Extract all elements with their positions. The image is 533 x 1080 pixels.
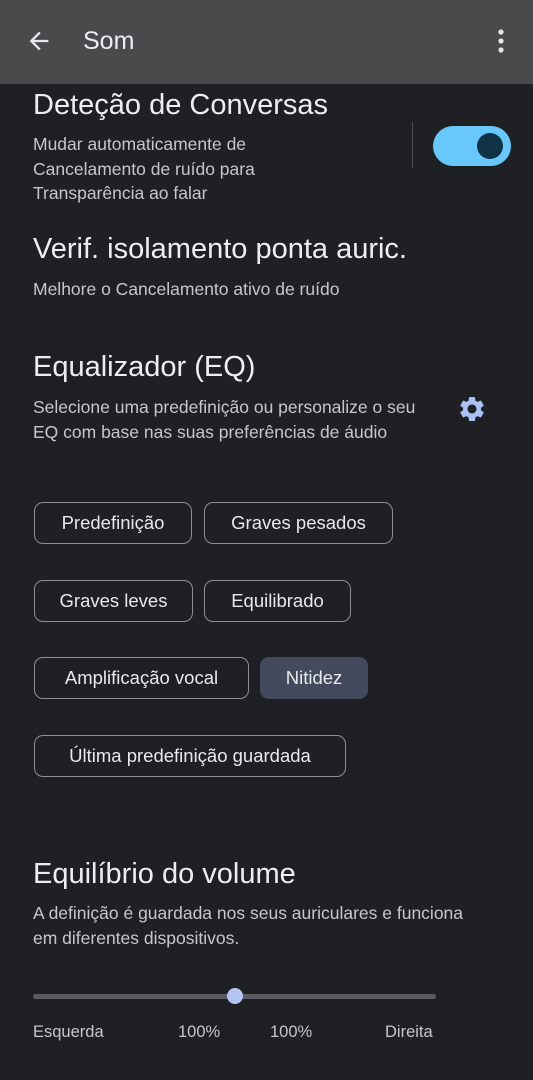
app-bar: Som	[0, 0, 533, 84]
eq-preset-graves-pesados[interactable]: Graves pesados	[204, 502, 393, 544]
conversation-detection-description: Mudar automaticamente de Cancelamento de…	[33, 134, 255, 203]
arrow-back-icon	[29, 31, 49, 51]
equalizer-settings-button[interactable]	[455, 392, 489, 426]
volume-balance-description: A definição é guardada nos seus auricula…	[33, 903, 464, 948]
toggle-divider	[412, 122, 413, 168]
toggle-knob	[477, 133, 503, 159]
more-vert-icon	[498, 29, 504, 53]
back-button[interactable]	[22, 24, 56, 58]
conversation-detection-title: Deteção de Conversas	[33, 89, 328, 121]
volume-balance-slider-thumb[interactable]	[227, 988, 243, 1004]
eartip-check-title[interactable]: Verif. isolamento ponta auric.	[33, 233, 407, 266]
eq-preset-nitidez[interactable]: Nitidez	[260, 657, 368, 699]
eartip-check-description: Melhore o Cancelamento ativo de ruído	[33, 279, 340, 299]
balance-left-value: 100%	[178, 1023, 221, 1041]
eq-preset-predefinicao[interactable]: Predefinição	[34, 502, 192, 544]
balance-right-label: Direita	[385, 1023, 433, 1041]
volume-balance-title: Equilíbrio do volume	[33, 858, 296, 890]
eq-preset-amplificacao-vocal[interactable]: Amplificação vocal	[34, 657, 249, 699]
conversation-detection-toggle[interactable]	[433, 126, 511, 166]
equalizer-title: Equalizador (EQ)	[33, 351, 256, 383]
balance-left-label: Esquerda	[33, 1023, 104, 1041]
eq-preset-graves-leves[interactable]: Graves leves	[34, 580, 193, 622]
page-title: Som	[83, 27, 135, 55]
gear-icon	[460, 397, 484, 421]
balance-right-value: 100%	[270, 1023, 313, 1041]
eq-preset-equilibrado[interactable]: Equilibrado	[204, 580, 351, 622]
eq-preset-ultima-guardada[interactable]: Última predefinição guardada	[34, 735, 346, 777]
more-options-button[interactable]	[487, 24, 515, 58]
equalizer-description: Selecione uma predefinição ou personaliz…	[33, 397, 416, 442]
